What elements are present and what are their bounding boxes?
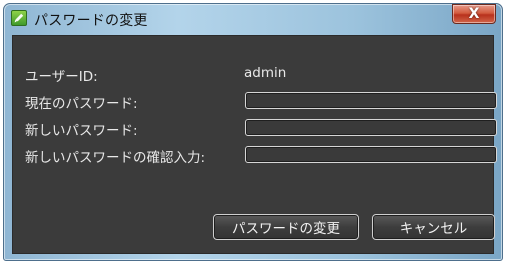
cancel-button[interactable]: キャンセル (372, 214, 495, 240)
row-user-id: ユーザーID: admin (13, 63, 493, 85)
confirm-password-label: 新しいパスワードの確認入力: (25, 150, 206, 166)
dialog-content: ユーザーID: admin 現在のパスワード: 新しいパスワード: 新しいパスワ… (12, 35, 497, 254)
current-password-label: 現在のパスワード: (25, 96, 138, 112)
current-password-input[interactable] (245, 92, 497, 109)
row-current-password: 現在のパスワード: (13, 90, 497, 112)
close-icon: X (468, 6, 480, 22)
user-id-label: ユーザーID: (25, 69, 98, 85)
row-confirm-password: 新しいパスワードの確認入力: (13, 144, 497, 166)
window-title: パスワードの変更 (34, 13, 148, 29)
new-password-label: 新しいパスワード: (25, 123, 138, 139)
close-button[interactable]: X (452, 4, 496, 24)
change-password-dialog: パスワードの変更 X ユーザーID: admin 現在のパスワード: 新しいパス… (3, 3, 503, 261)
row-new-password: 新しいパスワード: (13, 117, 497, 139)
change-password-button[interactable]: パスワードの変更 (213, 214, 359, 240)
user-id-value: admin (244, 65, 287, 81)
app-edit-icon (11, 10, 27, 26)
title-bar[interactable]: パスワードの変更 X (4, 4, 502, 34)
confirm-password-input[interactable] (245, 146, 497, 163)
new-password-input[interactable] (245, 119, 497, 136)
